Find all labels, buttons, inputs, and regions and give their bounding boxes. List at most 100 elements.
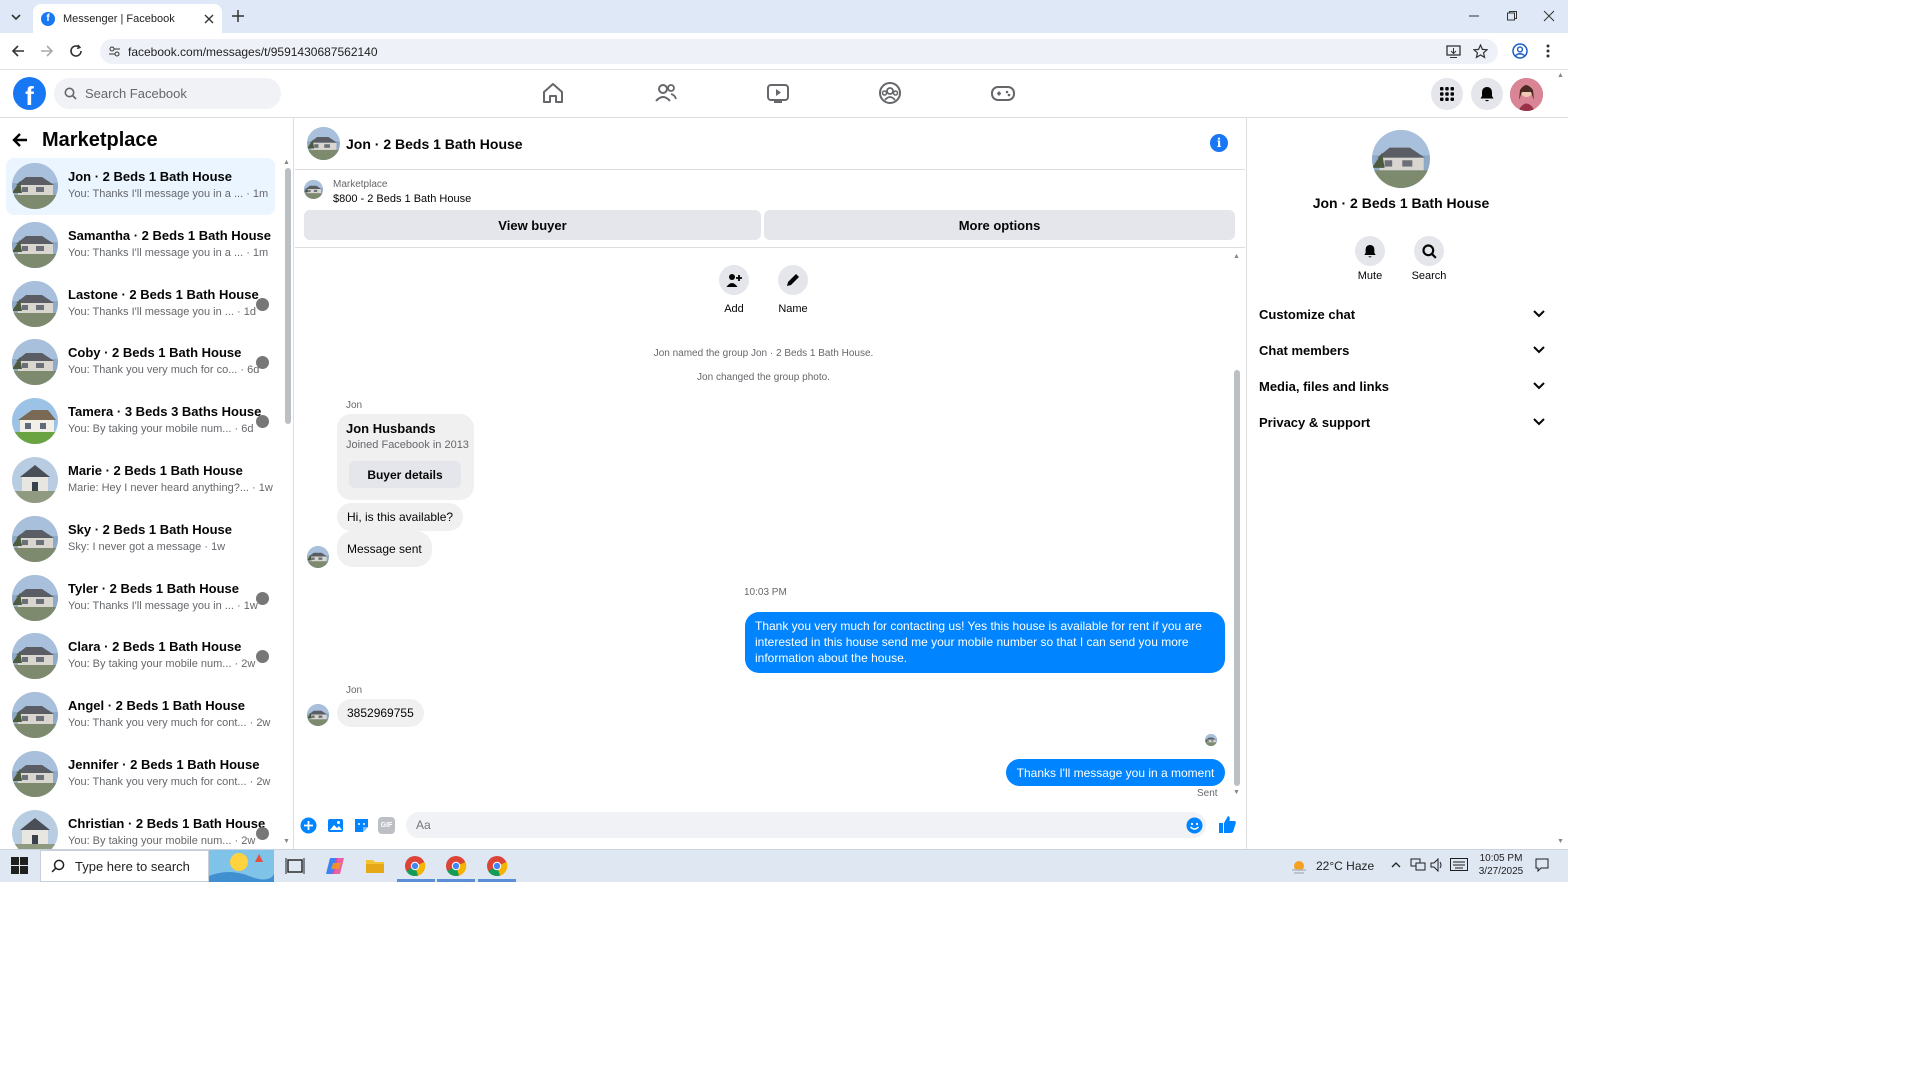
search-placeholder: Search Facebook [85,86,187,101]
conversation-item[interactable]: Jon · 2 Beds 1 Bath House You: Thanks I'l… [6,158,275,215]
scroll-down-icon[interactable]: ▼ [283,838,290,845]
watch-video-icon[interactable] [765,80,791,106]
thumbs-up-icon[interactable] [1218,815,1237,834]
notifications-button[interactable] [1471,78,1503,110]
sticker-icon[interactable] [353,817,370,834]
back-icon[interactable] [11,44,25,58]
weather-text[interactable]: 22°C Haze [1316,849,1374,882]
groups-icon[interactable] [877,80,903,106]
photo-icon[interactable] [327,817,344,834]
conversation-item[interactable]: Tyler · 2 Beds 1 Bath House You: Thanks I… [6,570,275,627]
browser-tab[interactable]: f Messenger | Facebook [33,4,222,33]
scroll-up-icon[interactable]: ▲ [283,159,290,166]
message-bubble-outgoing[interactable]: Thanks I'll message you in a moment [1006,759,1225,786]
accordion-privacy-support[interactable]: Privacy & support [1259,412,1545,432]
conversation-item[interactable]: Jennifer · 2 Beds 1 Bath House You: Thank… [6,746,275,803]
taskbar-search-input[interactable]: Type here to search [40,850,209,882]
restore-icon[interactable] [1506,10,1518,22]
search-highlight-image[interactable] [209,850,274,882]
chat-scroll-up-icon[interactable]: ▲ [1233,253,1240,260]
listing-price[interactable]: $800 - 2 Beds 1 Bath House [333,193,471,205]
conversation-list-scrollbar[interactable] [285,168,291,424]
conversation-item[interactable]: Coby · 2 Beds 1 Bath House You: Thank you… [6,334,275,391]
search-action[interactable]: Search [1399,236,1459,282]
reload-icon[interactable] [69,44,83,58]
page-scroll-up-icon[interactable]: ▲ [1557,72,1564,79]
tray-chevron-up-icon[interactable] [1391,860,1401,870]
conversation-item[interactable]: Clara · 2 Beds 1 Bath House You: By takin… [6,628,275,685]
bell-icon [1480,86,1494,101]
taskbar-clock[interactable]: 10:05 PM 3/27/2025 [1476,852,1526,878]
profile-icon[interactable] [1512,43,1528,59]
add-people-action[interactable]: Add [704,265,764,315]
sender-avatar[interactable] [307,546,329,568]
conversation-name: Coby · 2 Beds 1 Bath House [68,345,242,361]
page-scroll-down-icon[interactable]: ▼ [1557,838,1564,845]
menu-grid-button[interactable] [1431,78,1463,110]
accordion-media-files-links[interactable]: Media, files and links [1259,376,1545,396]
close-tab-icon[interactable] [204,14,214,24]
facebook-search-input[interactable]: Search Facebook [54,78,281,109]
weather-icon[interactable] [1290,857,1308,875]
close-window-icon[interactable] [1543,10,1555,22]
chat-scrollbar[interactable] [1234,370,1240,786]
file-explorer-icon[interactable] [364,855,386,877]
sender-avatar[interactable] [307,704,329,726]
account-avatar[interactable] [1510,78,1543,111]
accordion-customize-chat[interactable]: Customize chat [1259,304,1545,324]
conversation-item[interactable]: Marie · 2 Beds 1 Bath House Marie: Hey I … [6,452,275,509]
message-bubble-outgoing[interactable]: Thank you very much for contacting us! Y… [745,612,1225,673]
more-options-button[interactable]: More options [764,210,1235,240]
keyboard-icon[interactable] [1450,858,1468,871]
gif-icon[interactable]: GIF [378,817,395,834]
message-bubble-incoming[interactable]: 3852969755 [337,699,424,727]
chrome-icon[interactable] [404,855,426,877]
chat-title[interactable]: Jon · 2 Beds 1 Bath House [346,136,523,152]
conversation-item[interactable]: Lastone · 2 Beds 1 Bath House You: Thanks… [6,276,275,333]
conversation-item[interactable]: Christian · 2 Beds 1 Bath House You: By t… [6,805,275,849]
friends-icon[interactable] [653,80,679,106]
message-input[interactable] [406,812,1206,838]
name-group-action[interactable]: Name [763,265,823,315]
address-bar[interactable]: facebook.com/messages/t/9591430687562140 [100,39,1498,64]
chat-scroll-down-icon[interactable]: ▼ [1233,789,1240,796]
network-icon[interactable] [1410,858,1426,872]
copilot-icon[interactable] [324,855,346,877]
conversation-item[interactable]: Sky · 2 Beds 1 Bath House Sky: I never go… [6,511,275,568]
message-bubble-incoming[interactable]: Message sent [337,531,432,567]
minimize-icon[interactable] [1468,10,1480,22]
forward-icon[interactable] [40,44,54,58]
details-avatar[interactable] [1372,130,1430,188]
back-arrow-icon[interactable] [12,132,28,148]
listing-thumbnail[interactable] [304,180,323,199]
conversation-item[interactable]: Samantha · 2 Beds 1 Bath House You: Thank… [6,217,275,274]
volume-icon[interactable] [1430,858,1444,872]
browser-menu-icon[interactable] [1545,43,1551,59]
conversation-item[interactable]: Tamera · 3 Beds 3 Baths House You: By tak… [6,393,275,450]
accordion-chat-members[interactable]: Chat members [1259,340,1545,360]
task-view-icon[interactable] [284,855,306,877]
mute-action[interactable]: Mute [1340,236,1400,282]
notification-center-icon[interactable] [1535,858,1549,872]
info-icon[interactable]: i [1210,134,1228,152]
chat-avatar[interactable] [307,127,340,160]
site-info-icon[interactable] [108,45,121,58]
accordion-label: Media, files and links [1259,378,1390,394]
new-tab-icon[interactable] [231,9,245,23]
view-buyer-button[interactable]: View buyer [304,210,761,240]
windows-start-icon[interactable] [11,857,28,874]
chrome-icon[interactable] [445,855,467,877]
buyer-details-button[interactable]: Buyer details [349,461,461,488]
conversation-preview: You: Thank you very much for co... · 6d [68,364,260,377]
message-bubble-incoming[interactable]: Hi, is this available? [337,503,464,531]
facebook-logo-icon[interactable]: f [13,77,46,110]
gaming-icon[interactable] [990,80,1016,106]
plus-icon[interactable] [300,817,317,834]
tab-list-icon[interactable] [8,9,24,25]
bookmark-star-icon[interactable] [1473,44,1488,59]
home-icon[interactable] [540,80,566,106]
chrome-icon[interactable] [486,855,508,877]
install-app-icon[interactable] [1446,44,1461,59]
conversation-item[interactable]: Angel · 2 Beds 1 Bath House You: Thank yo… [6,687,275,744]
emoji-icon[interactable] [1186,817,1203,834]
